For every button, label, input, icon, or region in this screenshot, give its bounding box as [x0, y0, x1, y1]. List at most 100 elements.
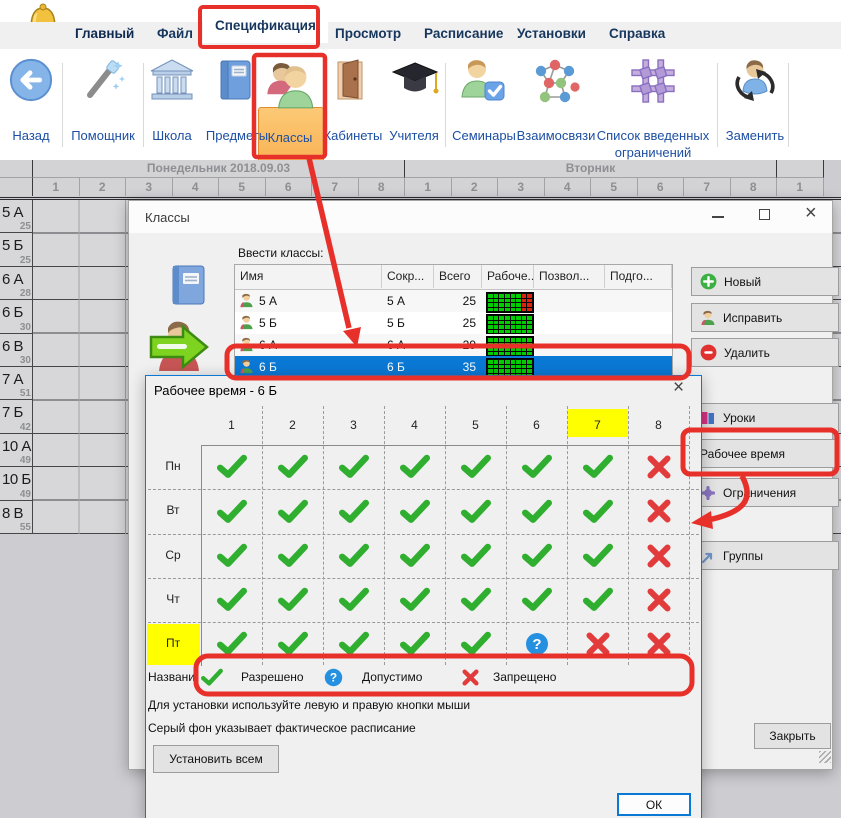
worktime-cell-yes[interactable] [399, 499, 431, 530]
classes-table-header[interactable]: ИмяСокр...ВсегоРабоче...Позвол...Подго..… [235, 265, 672, 290]
worktime-cell-yes[interactable] [460, 631, 492, 662]
worktime-cell-yes[interactable] [216, 587, 248, 618]
teachers-button[interactable] [390, 57, 440, 103]
toolbar-label-10[interactable]: Список введенных [597, 128, 710, 143]
menu-item-6[interactable]: Установки [517, 26, 586, 41]
toolbar-label-6[interactable]: Кабинеты [324, 128, 383, 143]
menu-item-7[interactable]: Справка [609, 26, 665, 41]
menu-item-5[interactable]: Расписание [424, 26, 503, 41]
worktime-cell-yes[interactable] [277, 631, 309, 662]
worktime-day-label-3[interactable]: Ср [146, 548, 200, 562]
worktime-cell-yes[interactable] [338, 587, 370, 618]
constraints-list-button[interactable] [628, 57, 678, 105]
edit-button[interactable]: Исправить [691, 303, 839, 332]
worktime-period-header-5[interactable]: 5 [445, 414, 506, 436]
worktime-cell-yes[interactable] [460, 454, 492, 485]
relations-button[interactable] [528, 57, 582, 105]
toolbar-label-10[interactable]: ограничений [615, 145, 692, 160]
worktime-day-label-5[interactable]: Пт [146, 636, 200, 650]
worktime-period-header-1[interactable]: 1 [201, 414, 262, 436]
seminars-button[interactable] [458, 57, 508, 103]
worktime-cell-no[interactable] [585, 631, 611, 662]
worktime-cell-yes[interactable] [399, 587, 431, 618]
column-header-5[interactable]: Позвол... [534, 265, 605, 288]
worktime-day-label-4[interactable]: Чт [146, 592, 200, 606]
column-header-2[interactable]: Сокр... [382, 265, 434, 288]
substitute-button[interactable] [730, 57, 780, 105]
worktime-day-label-1[interactable]: Пн [146, 459, 200, 473]
worktime-cell-yes[interactable] [521, 587, 553, 618]
toolbar-label-1[interactable]: Назад [12, 128, 49, 143]
menu-item-1[interactable]: Главный [75, 26, 134, 41]
worktime-cell-yes[interactable] [582, 454, 614, 485]
worktime-cell-yes[interactable] [338, 499, 370, 530]
close-button[interactable]: Закрыть [754, 723, 831, 749]
worktime-cell-yes[interactable] [521, 499, 553, 530]
delete-button[interactable]: Удалить [691, 338, 839, 367]
column-header-6[interactable]: Подго... [605, 265, 672, 288]
resize-grip[interactable] [819, 751, 831, 763]
worktime-period-header-4[interactable]: 4 [384, 414, 445, 436]
toolbar-label-11[interactable]: Заменить [726, 128, 784, 143]
worktime-dialog-titlebar[interactable]: Рабочее время - 6 Б × [146, 376, 701, 404]
close-icon[interactable]: × [673, 377, 684, 399]
ok-button[interactable]: ОК [617, 793, 691, 816]
column-header-3[interactable]: Всего [434, 265, 482, 288]
worktime-cell-yes[interactable] [277, 454, 309, 485]
table-row[interactable]: 5 Б5 Б25 [235, 312, 672, 334]
toolbar-label-8[interactable]: Семинары [452, 128, 516, 143]
worktime-cell-yes[interactable] [277, 499, 309, 530]
worktime-day-label-2[interactable]: Вт [146, 503, 200, 517]
constraints-button[interactable]: Ограничения [691, 478, 839, 507]
back-button[interactable] [8, 57, 54, 103]
toolbar-label-7[interactable]: Учителя [389, 128, 439, 143]
assistant-button[interactable] [76, 57, 128, 103]
maximize-icon[interactable] [759, 209, 770, 220]
worktime-cell-yes[interactable] [216, 454, 248, 485]
school-button[interactable] [148, 57, 196, 103]
groups-button[interactable]: Группы [691, 541, 839, 570]
worktime-cell-no[interactable] [646, 587, 672, 618]
rooms-button[interactable] [328, 57, 374, 103]
worktime-button[interactable]: Рабочее время [691, 439, 839, 468]
menu-item-2[interactable]: Файл [157, 26, 193, 41]
new-button[interactable]: Новый [691, 267, 839, 296]
worktime-period-header-6[interactable]: 6 [506, 414, 567, 436]
set-all-button[interactable]: Установить всем [153, 745, 279, 773]
toolbar-label-3[interactable]: Школа [152, 128, 192, 143]
toolbar-label-9[interactable]: Взаимосвязи [517, 128, 596, 143]
close-icon[interactable]: × [805, 202, 817, 225]
worktime-cell-yes[interactable] [399, 454, 431, 485]
worktime-cell-yes[interactable] [582, 499, 614, 530]
worktime-cell-yes[interactable] [460, 499, 492, 530]
worktime-period-header-7[interactable]: 7 [567, 414, 628, 436]
subjects-button[interactable] [212, 57, 258, 103]
menu-item-4[interactable]: Просмотр [335, 26, 401, 41]
classes-table[interactable]: ИмяСокр...ВсегоРабоче...Позвол...Подго..… [234, 264, 673, 379]
worktime-period-header-2[interactable]: 2 [262, 414, 323, 436]
worktime-cell-no[interactable] [646, 631, 672, 662]
column-header-1[interactable]: Имя [235, 265, 382, 288]
toolbar-label-5[interactable]: Классы [268, 130, 313, 145]
worktime-cell-yes[interactable] [216, 499, 248, 530]
worktime-cell-no[interactable] [646, 454, 672, 485]
menu-item-3[interactable]: Спецификация [203, 9, 328, 43]
worktime-cell-yes[interactable] [277, 543, 309, 574]
worktime-cell-yes[interactable] [582, 587, 614, 618]
worktime-cell-yes[interactable] [338, 631, 370, 662]
worktime-cell-yes[interactable] [399, 543, 431, 574]
classes-table-body[interactable]: 5 А5 А255 Б5 Б256 А6 А296 Б6 Б35 [235, 290, 672, 378]
worktime-cell-maybe[interactable]: ? [525, 632, 549, 661]
worktime-cell-yes[interactable] [460, 587, 492, 618]
worktime-cell-yes[interactable] [460, 543, 492, 574]
toolbar-label-4[interactable]: Предметы [206, 128, 268, 143]
table-row[interactable]: 6 А6 А29 [235, 334, 672, 356]
worktime-period-header-3[interactable]: 3 [323, 414, 384, 436]
worktime-cell-yes[interactable] [338, 543, 370, 574]
worktime-cell-yes[interactable] [216, 631, 248, 662]
classes-dialog-titlebar[interactable]: Классы × [129, 201, 832, 233]
worktime-cell-yes[interactable] [521, 454, 553, 485]
worktime-cell-yes[interactable] [399, 631, 431, 662]
worktime-cell-no[interactable] [646, 543, 672, 574]
worktime-cell-yes[interactable] [338, 454, 370, 485]
